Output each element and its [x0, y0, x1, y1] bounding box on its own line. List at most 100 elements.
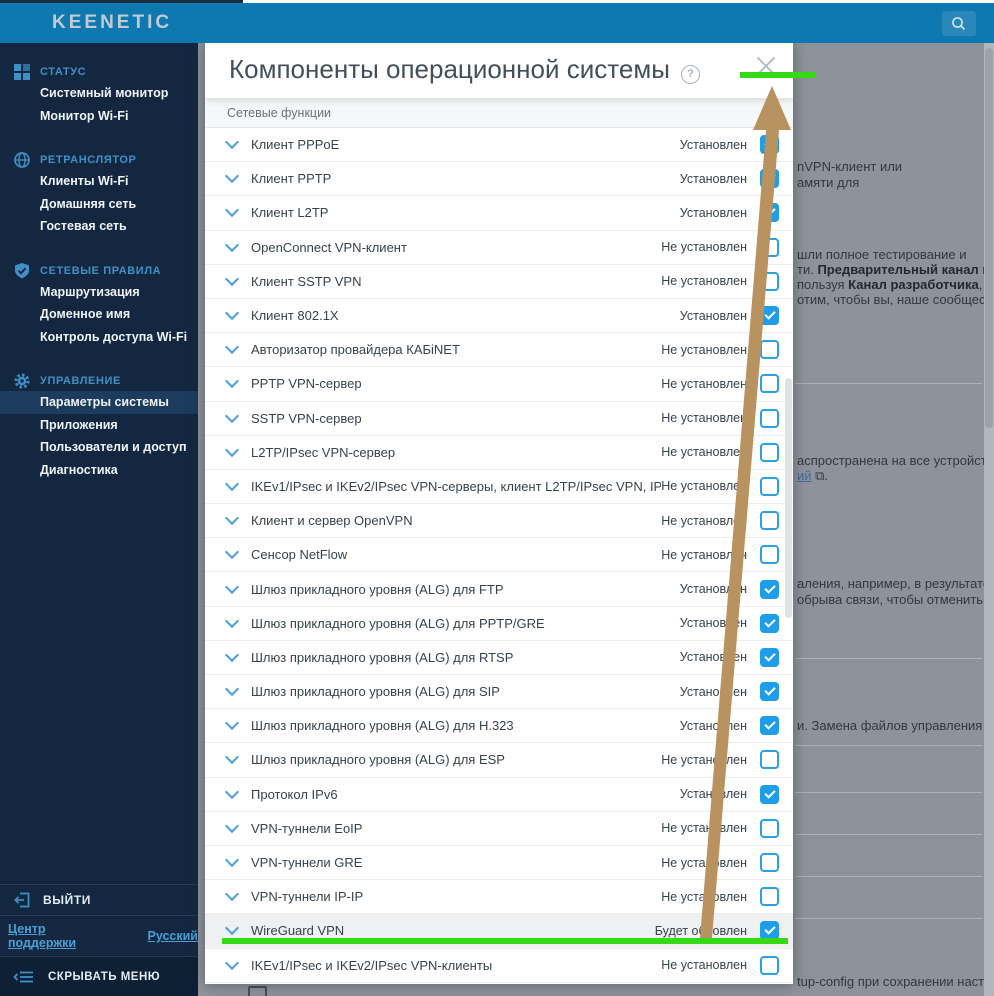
chevron-down-icon[interactable] [224, 955, 240, 970]
sidebar-title-repeater[interactable]: РЕТРАНСЛЯТОР [0, 151, 198, 170]
collapse-menu-button[interactable]: СКРЫВАТЬ МЕНЮ [0, 956, 198, 996]
chevron-down-icon[interactable] [224, 818, 240, 833]
chevron-down-icon[interactable] [224, 408, 240, 423]
group-header-network-functions: Сетевые функции [205, 98, 793, 128]
chevron-down-icon[interactable] [224, 750, 240, 765]
component-checkbox[interactable] [760, 545, 779, 565]
component-checkbox[interactable] [760, 237, 779, 257]
modal-title: Компоненты операционной системы [229, 54, 670, 84]
sidebar-title-status[interactable]: СТАТУС [0, 63, 198, 82]
component-checkbox[interactable] [760, 476, 779, 496]
chevron-down-icon[interactable] [224, 852, 240, 868]
component-checkbox[interactable] [760, 579, 779, 599]
sidebar-item-wifi-monitor[interactable]: Монитор Wi-Fi [0, 105, 198, 128]
component-status: Будет обновлен [654, 923, 747, 938]
chevron-down-icon[interactable] [224, 374, 240, 389]
component-status: Не установлен [661, 821, 747, 836]
component-checkbox[interactable] [760, 374, 779, 394]
component-row: Клиент PPPoE Установлен [205, 128, 793, 163]
component-checkbox[interactable] [760, 955, 779, 975]
chevron-down-icon[interactable] [224, 716, 240, 731]
component-checkbox[interactable] [760, 784, 779, 804]
sidebar-item-system-settings[interactable]: Параметры системы [0, 391, 198, 414]
sidebar-item-wifi-clients[interactable]: Клиенты Wi-Fi [0, 170, 198, 193]
chevron-down-icon[interactable] [224, 921, 240, 936]
sidebar-title-management[interactable]: УПРАВЛЕНИЕ [0, 372, 198, 391]
component-label: OpenConnect VPN-клиент [251, 239, 407, 255]
component-checkbox[interactable] [760, 340, 779, 360]
component-checkbox[interactable] [760, 169, 779, 189]
component-checkbox[interactable] [760, 750, 779, 770]
sidebar-item-applications[interactable]: Приложения [0, 414, 198, 437]
component-checkbox[interactable] [760, 716, 779, 736]
sidebar-item-guest-network[interactable]: Гостевая сеть [0, 215, 198, 238]
chevron-down-icon[interactable] [224, 340, 240, 355]
chevron-down-icon[interactable] [224, 271, 240, 286]
chevron-down-icon[interactable] [224, 682, 240, 697]
sidebar-item-diagnostics[interactable]: Диагностика [0, 459, 198, 482]
os-components-modal: Компоненты операционной системы ? Сетевы… [205, 43, 793, 984]
chevron-down-icon[interactable] [224, 545, 240, 560]
chevron-down-icon[interactable] [224, 476, 240, 492]
chevron-down-icon[interactable] [224, 887, 240, 902]
chevron-down-icon[interactable] [224, 305, 240, 321]
sidebar-item-wifi-access-control[interactable]: Контроль доступа Wi-Fi [0, 326, 198, 349]
component-checkbox[interactable] [760, 203, 779, 223]
component-status: Не установлен [661, 240, 747, 255]
modal-header: Компоненты операционной системы ? [205, 43, 793, 98]
component-row: VPN-туннели EoIP Не установлен [205, 812, 793, 846]
sidebar-item-home-network[interactable]: Домашняя сеть [0, 193, 198, 216]
component-status: Установлен [679, 205, 747, 220]
component-checkbox[interactable] [760, 306, 779, 326]
chevron-down-icon[interactable] [224, 511, 240, 526]
component-label: Клиент 802.1X [251, 308, 339, 324]
page-scrollbar-thumb[interactable] [985, 48, 993, 428]
chevron-down-icon[interactable] [224, 442, 240, 457]
sidebar-title-network-rules[interactable]: СЕТЕВЫЕ ПРАВИЛА [0, 262, 198, 281]
background-text: ти. Предварительный канал позволит [797, 262, 994, 277]
language-link[interactable]: Русский [147, 929, 198, 943]
chevron-down-icon[interactable] [224, 237, 240, 252]
component-checkbox[interactable] [760, 818, 779, 838]
shield-icon [13, 262, 31, 280]
chevron-down-icon[interactable] [224, 579, 240, 594]
background-text: отим, чтобы вы, наше сообщество, как [797, 292, 994, 307]
page-scrollbar[interactable] [984, 3, 994, 996]
search-button[interactable] [942, 11, 976, 36]
modal-scrollbar-thumb[interactable] [785, 378, 792, 618]
sidebar-item-users-access[interactable]: Пользователи и доступ [0, 436, 198, 459]
support-center-link[interactable]: Центр поддержки [8, 922, 90, 950]
chevron-down-icon[interactable] [224, 169, 240, 184]
sidebar-item-system-monitor[interactable]: Системный монитор [0, 82, 198, 105]
logout-button[interactable]: ВЫЙТИ [0, 884, 198, 915]
component-status: Не установлен [661, 513, 747, 528]
chevron-down-icon[interactable] [224, 784, 240, 799]
component-checkbox[interactable] [760, 853, 779, 873]
component-label: SSTP VPN-сервер [251, 410, 362, 426]
component-label: Шлюз прикладного уровня (ALG) для ESP [251, 752, 505, 768]
component-checkbox[interactable] [760, 135, 779, 155]
component-checkbox[interactable] [760, 682, 779, 702]
chevron-down-icon[interactable] [224, 613, 240, 628]
component-checkbox[interactable] [760, 887, 779, 907]
component-checkbox[interactable] [760, 613, 779, 633]
component-label: IKEv1/IPsec и IKEv2/IPsec VPN-серверы, к… [251, 478, 662, 494]
chevron-down-icon[interactable] [224, 203, 240, 218]
help-icon[interactable]: ? [681, 65, 700, 84]
chevron-down-icon[interactable] [224, 647, 240, 662]
component-checkbox[interactable] [760, 511, 779, 531]
chevron-down-icon[interactable] [224, 135, 240, 150]
component-label: Шлюз прикладного уровня (ALG) для FTP [251, 581, 504, 597]
annotation-highlight-close [740, 72, 816, 78]
sidebar-item-routing[interactable]: Маршрутизация [0, 281, 198, 304]
annotation-highlight-wireguard [222, 938, 788, 944]
component-checkbox[interactable] [760, 271, 779, 291]
component-status: Не установлен [661, 752, 747, 767]
component-checkbox[interactable] [760, 647, 779, 667]
sidebar-item-domain-name[interactable]: Доменное имя [0, 303, 198, 326]
background-divider [795, 658, 982, 659]
component-checkbox[interactable] [760, 442, 779, 462]
component-checkbox[interactable] [760, 408, 779, 428]
background-divider [795, 792, 982, 793]
component-status: Установлен [679, 718, 747, 733]
